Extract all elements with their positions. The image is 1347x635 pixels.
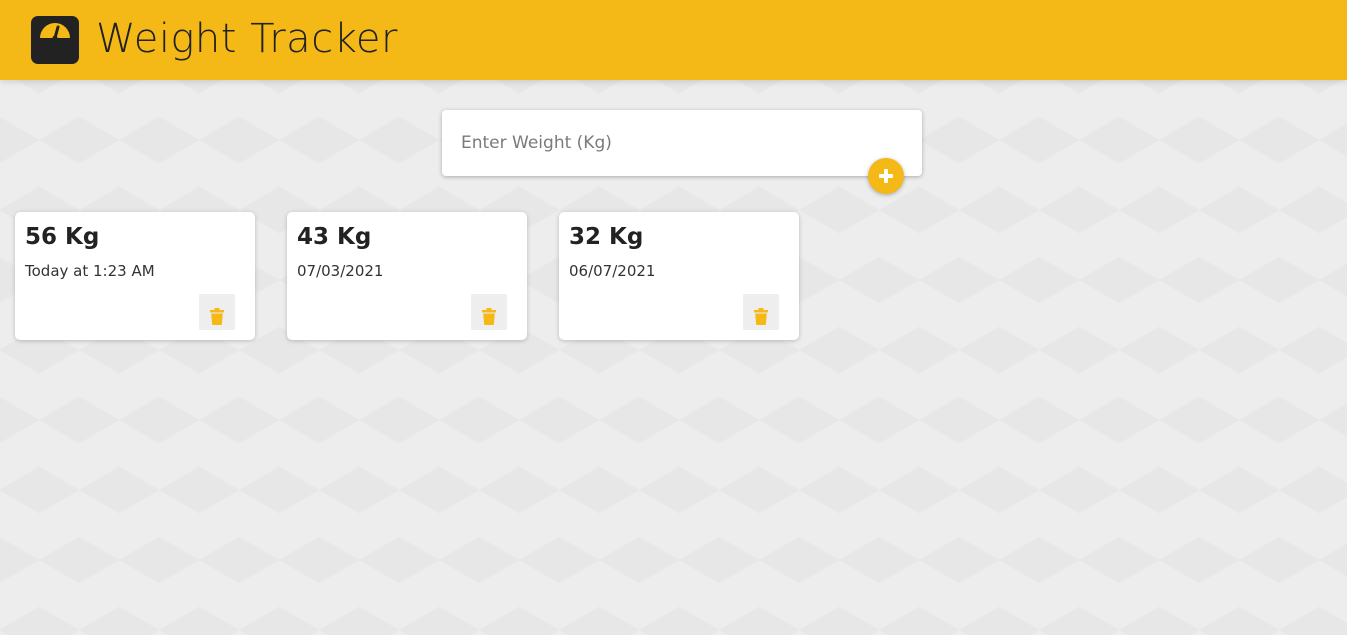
delete-entry-button[interactable] <box>743 294 779 330</box>
entry-date: 07/03/2021 <box>297 262 384 280</box>
trash-icon <box>482 308 496 325</box>
app-header: Weight Tracker <box>0 0 1347 80</box>
weight-value: 32 Kg <box>569 224 644 250</box>
scale-icon <box>31 16 79 64</box>
delete-entry-button[interactable] <box>471 294 507 330</box>
weight-card: 32 Kg 06/07/2021 <box>559 212 799 340</box>
weight-input[interactable] <box>442 110 862 176</box>
plus-icon <box>879 169 893 183</box>
trash-icon <box>210 308 224 325</box>
weight-entry-form <box>442 110 922 176</box>
weight-value: 56 Kg <box>25 224 100 250</box>
weight-value: 43 Kg <box>297 224 372 250</box>
app-title: Weight Tracker <box>96 16 398 62</box>
weight-card: 43 Kg 07/03/2021 <box>287 212 527 340</box>
trash-icon <box>754 308 768 325</box>
entry-date: 06/07/2021 <box>569 262 656 280</box>
add-weight-button[interactable] <box>868 158 904 194</box>
delete-entry-button[interactable] <box>199 294 235 330</box>
weight-card: 56 Kg Today at 1:23 AM <box>15 212 255 340</box>
entry-date: Today at 1:23 AM <box>25 262 155 280</box>
